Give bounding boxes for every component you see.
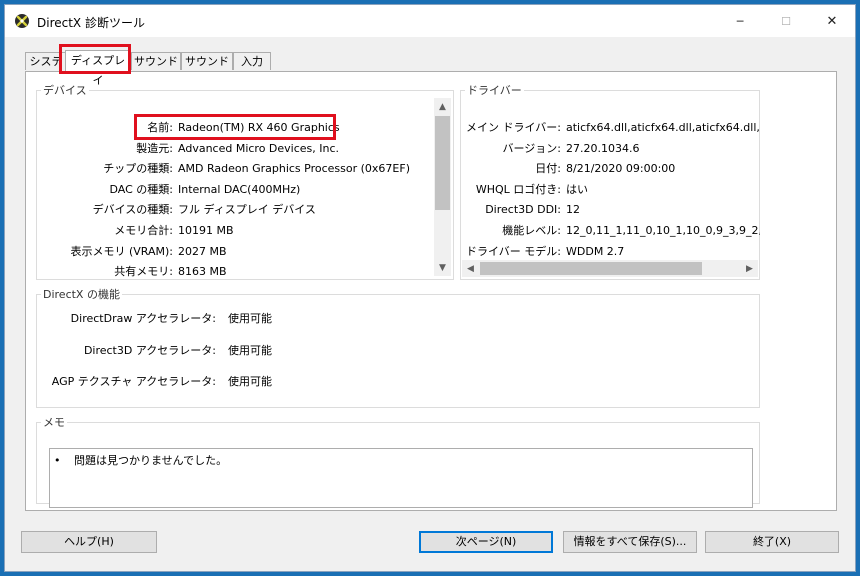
features-legend: DirectX の機能 — [43, 288, 120, 301]
memo-item: • 問題は見つかりませんでした。 — [54, 454, 228, 467]
features-row: AGP テクスチャ アクセラレータ: 使用可能 — [26, 373, 836, 391]
save-all-info-button[interactable]: 情報をすべて保存(S)... — [563, 531, 697, 553]
driver-value: 12_0,11_1,11_0,10_1,10_0,9_3,9_2,9_1 — [566, 224, 760, 237]
device-value: 8163 MB — [178, 265, 227, 279]
features-value: 使用可能 — [228, 343, 272, 357]
driver-row: 日付: 8/21/2020 09:00:00 — [26, 160, 836, 178]
features-label: Direct3D アクセラレータ: — [83, 343, 216, 357]
driver-row: WHQL ロゴ付き: はい — [26, 181, 836, 199]
tab-sound-2[interactable]: サウンド 2 — [181, 52, 233, 86]
features-label: AGP テクスチャ アクセラレータ: — [51, 375, 216, 388]
close-icon: ✕ — [826, 13, 838, 29]
memo-group: メモ • 問題は見つかりませんでした。 — [36, 414, 760, 508]
next-page-button[interactable]: 次ページ(N) — [419, 531, 553, 553]
bullet-icon: • — [54, 454, 61, 467]
driver-row: バージョン: 27.20.1034.6 — [26, 140, 836, 158]
driver-label: メイン ドライバー: — [466, 121, 561, 134]
directx-app-icon — [15, 14, 29, 28]
tab-display[interactable]: ディスプレイ — [65, 50, 131, 87]
close-button[interactable]: ✕ — [809, 5, 855, 37]
scroll-right-icon[interactable]: ▶ — [741, 260, 758, 277]
maximize-icon: ☐ — [781, 14, 791, 28]
driver-row: Direct3D DDI: 12 — [26, 201, 836, 219]
maximize-button[interactable]: ☐ — [763, 5, 809, 37]
minimize-button[interactable]: ─ — [717, 5, 763, 37]
features-value: 使用可能 — [228, 375, 272, 388]
features-row: DirectDraw アクセラレータ: 使用可能 — [26, 310, 836, 328]
scroll-down-icon[interactable]: ▼ — [434, 259, 451, 276]
title-bar[interactable]: DirectX 診断ツール ─ ☐ ✕ — [5, 5, 855, 37]
minimize-icon: ─ — [736, 14, 744, 28]
exit-button[interactable]: 終了(X) — [705, 531, 839, 553]
directx-window: DirectX 診断ツール ─ ☐ ✕ システム ディスプレイ サウンド 1 サ… — [4, 4, 856, 572]
driver-label: Direct3D DDI: — [485, 203, 561, 217]
scroll-left-icon[interactable]: ◀ — [462, 260, 479, 277]
features-value: 使用可能 — [228, 312, 272, 325]
driver-label: WHQL ロゴ付き: — [475, 182, 561, 196]
tab-system[interactable]: システム — [25, 52, 67, 86]
driver-scroll-thumb[interactable] — [480, 262, 702, 275]
driver-value: WDDM 2.7 — [566, 244, 625, 258]
driver-value: 12 — [566, 203, 580, 217]
window-title: DirectX 診断ツール — [37, 16, 145, 30]
driver-legend: ドライバー — [467, 84, 522, 97]
memo-textbox[interactable]: • 問題は見つかりませんでした。 — [49, 448, 753, 508]
tab-input[interactable]: 入力 — [233, 52, 271, 70]
memo-legend: メモ — [43, 416, 65, 429]
driver-value: aticfx64.dll,aticfx64.dll,aticfx64.dll,a… — [566, 121, 760, 134]
driver-value: はい — [566, 182, 588, 196]
device-legend: デバイス — [43, 84, 87, 97]
device-label: 共有メモリ: — [114, 265, 173, 279]
help-button[interactable]: ヘルプ(H) — [21, 531, 157, 553]
driver-label: バージョン: — [502, 141, 562, 155]
tab-sound-1[interactable]: サウンド 1 — [131, 52, 181, 86]
driver-label: 日付: — [535, 162, 561, 176]
features-label: DirectDraw アクセラレータ: — [70, 312, 216, 325]
driver-value: 27.20.1034.6 — [566, 141, 640, 155]
driver-value: 8/21/2020 09:00:00 — [566, 162, 676, 176]
driver-row: メイン ドライバー: aticfx64.dll,aticfx64.dll,atic… — [26, 119, 836, 137]
driver-label: 機能レベル: — [502, 224, 561, 237]
features-row: Direct3D アクセラレータ: 使用可能 — [26, 342, 836, 360]
display-tab-panel: デバイス 名前: Radeon(TM) RX 460 Graphics 製造元: Ad… — [25, 71, 837, 511]
scroll-up-icon[interactable]: ▲ — [434, 98, 451, 115]
driver-row: 機能レベル: 12_0,11_1,11_0,10_1,10_0,9_3,9_2,9… — [26, 222, 836, 240]
driver-row: ドライバー モデル: WDDM 2.7 — [26, 243, 836, 261]
driver-horizontal-scrollbar[interactable]: ◀ ▶ — [462, 260, 758, 277]
driver-label: ドライバー モデル: — [466, 244, 561, 258]
